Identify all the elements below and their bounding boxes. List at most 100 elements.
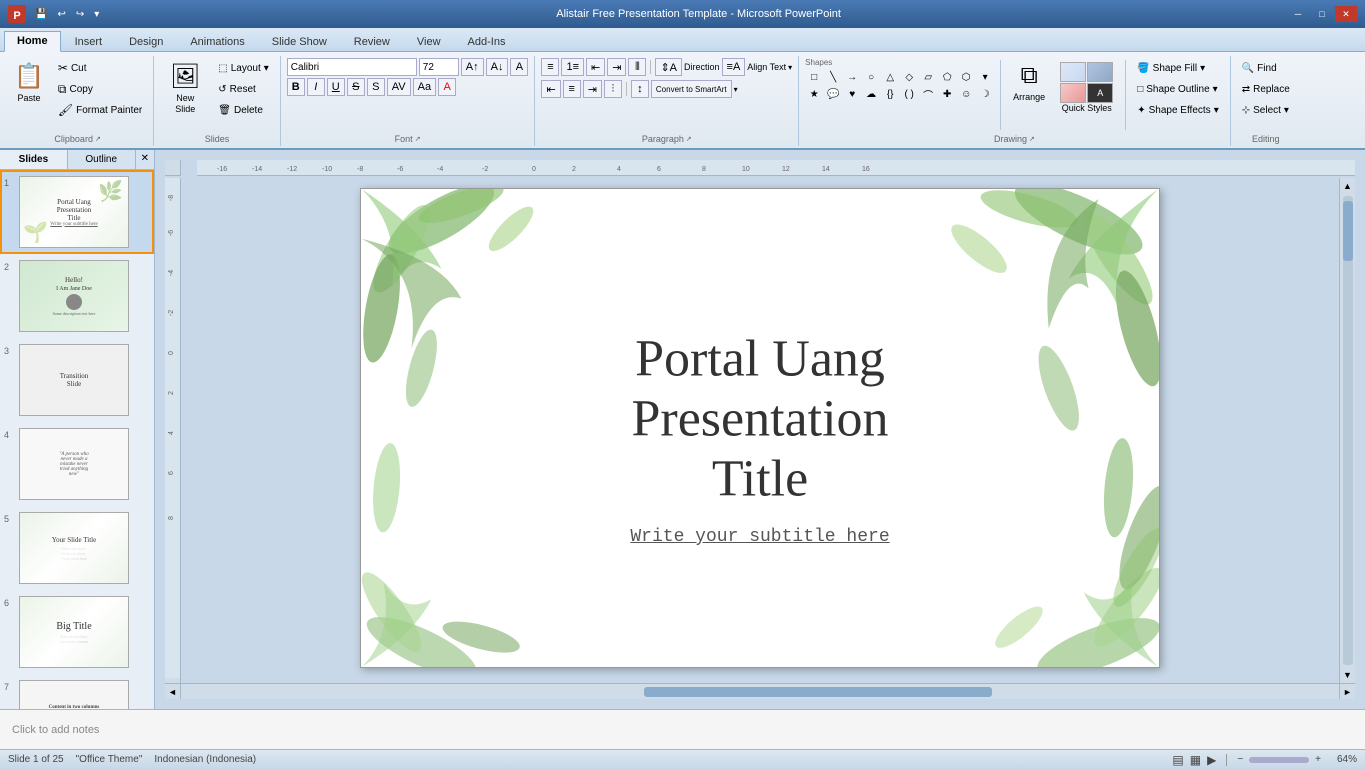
shape-outline-button[interactable]: □ Shape Outline ▾ (1132, 79, 1224, 99)
align-text-dropdown[interactable]: ▾ (788, 63, 792, 72)
font-color-btn[interactable]: A (438, 78, 456, 96)
bracket-shape[interactable]: {} (881, 86, 899, 102)
scroll-down-btn[interactable]: ▼ (1343, 667, 1352, 683)
cloud-shape[interactable]: ☁ (862, 86, 880, 102)
center-btn[interactable]: ≡ (563, 80, 581, 98)
tab-view[interactable]: View (404, 32, 454, 51)
font-name-input[interactable] (287, 58, 417, 76)
slide-thumb-4[interactable]: 4 "A person whonever made amistake never… (0, 422, 154, 506)
zoom-in-btn[interactable]: + (1315, 754, 1321, 765)
cross-shape[interactable]: ✚ (938, 86, 956, 102)
font-size-input[interactable] (419, 58, 459, 76)
shape-effects-dropdown[interactable]: ▾ (1214, 105, 1219, 116)
triangle-shape[interactable]: △ (881, 69, 899, 85)
tape-shape[interactable]: ⌒ (919, 86, 937, 102)
shape-fill-dropdown[interactable]: ▾ (1200, 63, 1205, 74)
slide-subtitle[interactable]: Write your subtitle here (630, 527, 889, 547)
justify-btn[interactable]: ⫶ (604, 80, 622, 98)
format-painter-button[interactable]: 🖌 Format Painter (53, 100, 147, 120)
close-btn[interactable]: ✕ (1335, 6, 1357, 22)
strikethrough-btn[interactable]: S (347, 78, 365, 96)
brace-shape[interactable]: ( ) (900, 86, 918, 102)
arrow-shape[interactable]: → (843, 69, 861, 85)
zoom-out-btn[interactable]: − (1237, 754, 1243, 765)
save-qat-btn[interactable]: 💾 (32, 8, 50, 21)
drawing-expand[interactable]: ↗ (1029, 135, 1035, 143)
align-text-btn[interactable]: ≡A (722, 58, 746, 76)
slide-thumb-6[interactable]: 6 Big Title Subtitle text hereand more c… (0, 590, 154, 674)
replace-button[interactable]: ⇄ Replace (1237, 79, 1295, 99)
minimize-btn[interactable]: ─ (1287, 6, 1309, 22)
align-left-btn[interactable]: ⇤ (541, 80, 560, 98)
select-dropdown[interactable]: ▾ (1284, 105, 1289, 116)
callout-shape[interactable]: 💬 (824, 86, 842, 102)
pentagon-shape[interactable]: ⬠ (938, 69, 956, 85)
slide-main-title[interactable]: Portal UangPresentationTitle (510, 329, 1010, 508)
copy-button[interactable]: ⧉ Copy (53, 79, 147, 99)
tab-insert[interactable]: Insert (62, 32, 116, 51)
slide-thumb-5[interactable]: 5 Your Slide Title • Item one here• Item… (0, 506, 154, 590)
underline-btn[interactable]: U (327, 78, 345, 96)
paragraph-expand[interactable]: ↗ (686, 135, 692, 143)
smiley-shape[interactable]: ☺ (957, 86, 975, 102)
rect-shape[interactable]: □ (805, 69, 823, 85)
shape-outline-dropdown[interactable]: ▾ (1213, 84, 1218, 95)
decrease-font-btn[interactable]: A↓ (486, 58, 509, 76)
shape-fill-button[interactable]: 🪣 Shape Fill ▾ (1132, 58, 1224, 78)
tab-slides[interactable]: Slides (0, 150, 68, 169)
tab-review[interactable]: Review (341, 32, 403, 51)
line-spacing-btn[interactable]: ↕ (631, 80, 649, 98)
new-slide-button[interactable]: 🖼 NewSlide (160, 58, 210, 130)
columns-btn[interactable]: ⫴ (628, 58, 646, 76)
scroll-thumb-v[interactable] (1343, 201, 1353, 261)
hexagon-shape[interactable]: ⬡ (957, 69, 975, 85)
paste-button[interactable]: 📋 Paste (8, 58, 50, 130)
clipboard-expand[interactable]: ↗ (95, 135, 101, 143)
scroll-up-btn[interactable]: ▲ (1343, 178, 1352, 194)
bullets-btn[interactable]: ≡ (541, 58, 559, 76)
undo-qat-btn[interactable]: ↩ (54, 8, 68, 21)
align-right-btn[interactable]: ⇥ (583, 80, 602, 98)
slide-thumb-2[interactable]: 2 Hello!I Am Jane Doe Some description t… (0, 254, 154, 338)
numbering-btn[interactable]: 1≡ (561, 58, 584, 76)
tab-slideshow[interactable]: Slide Show (259, 32, 340, 51)
notes-area[interactable]: Click to add notes (0, 709, 1365, 749)
italic-btn[interactable]: I (307, 78, 325, 96)
char-spacing-btn[interactable]: AV (387, 78, 411, 96)
parallelogram-shape[interactable]: ▱ (919, 69, 937, 85)
customize-qat-btn[interactable]: ▾ (91, 8, 102, 21)
reset-button[interactable]: ↺ Reset (213, 79, 274, 99)
more-shapes[interactable]: ▾ (976, 69, 994, 85)
star-shape[interactable]: ★ (805, 86, 823, 102)
normal-view-btn[interactable]: ▤ (1172, 753, 1183, 767)
decrease-indent-btn[interactable]: ⇤ (586, 58, 605, 76)
layout-dropdown[interactable]: ▾ (264, 63, 269, 74)
quick-styles-button[interactable]: A Quick Styles (1054, 58, 1119, 130)
tab-home[interactable]: Home (4, 31, 61, 52)
tab-outline[interactable]: Outline (68, 150, 136, 169)
change-case-btn[interactable]: Aa (413, 78, 436, 96)
slide-sorter-btn[interactable]: ▦ (1190, 753, 1201, 767)
zoom-slider[interactable] (1249, 757, 1309, 763)
tab-addins[interactable]: Add-Ins (455, 32, 519, 51)
tab-design[interactable]: Design (116, 32, 176, 51)
redo-qat-btn[interactable]: ↪ (73, 8, 87, 21)
increase-indent-btn[interactable]: ⇥ (607, 58, 626, 76)
panel-close-btn[interactable]: ✕ (136, 150, 154, 169)
text-direction-btn[interactable]: ⇕A (655, 58, 682, 76)
bold-btn[interactable]: B (287, 78, 305, 96)
slide-thumb-1[interactable]: 1 🌿 🌱 Portal UangPresentationTitle Write… (0, 170, 154, 254)
heart-shape[interactable]: ♥ (843, 86, 861, 102)
increase-font-btn[interactable]: A↑ (461, 58, 484, 76)
find-button[interactable]: 🔍 Find (1237, 58, 1295, 78)
convert-dropdown[interactable]: ▾ (734, 85, 738, 94)
diamond-shape[interactable]: ◇ (900, 69, 918, 85)
scroll-thumb-h[interactable] (644, 687, 991, 697)
cut-button[interactable]: ✂ Cut (53, 58, 147, 78)
line-shape[interactable]: ╲ (824, 69, 842, 85)
scroll-right-btn[interactable]: ► (1339, 684, 1355, 699)
maximize-btn[interactable]: □ (1311, 6, 1333, 22)
moon-shape[interactable]: ☽ (976, 86, 994, 102)
oval-shape[interactable]: ○ (862, 69, 880, 85)
shadow-btn[interactable]: S (367, 78, 385, 96)
